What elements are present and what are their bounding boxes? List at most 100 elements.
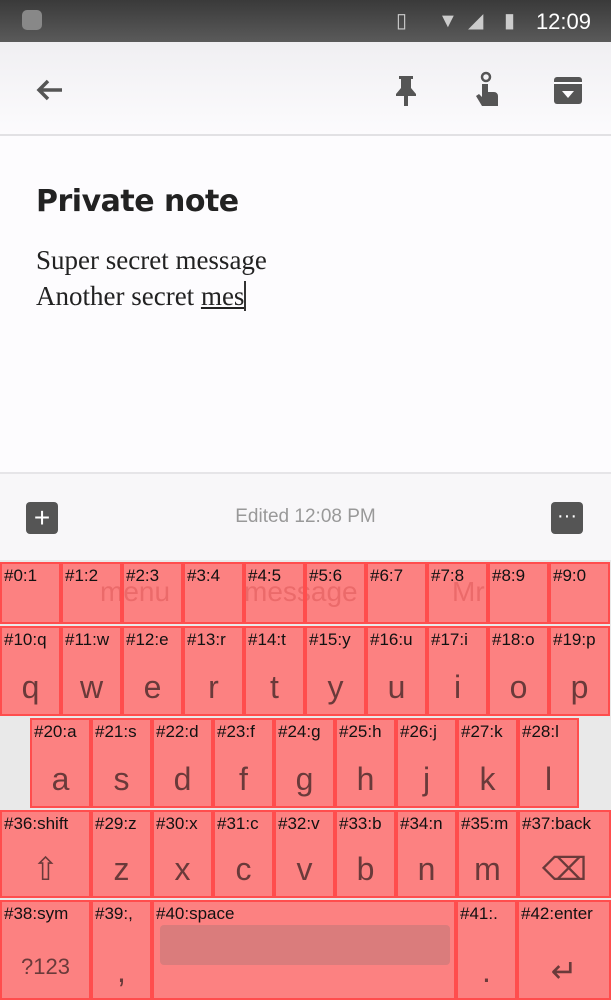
- key-q-0[interactable]: #10:q q: [0, 626, 61, 716]
- key--1[interactable]: #39:,,: [91, 900, 152, 1000]
- key-label: #1:2: [65, 566, 99, 585]
- key-f-3[interactable]: #23:f f: [213, 718, 274, 808]
- key-t-4[interactable]: #14:t t: [244, 626, 305, 716]
- status-time: 12:09: [535, 9, 591, 34]
- key-glyph: ⌫: [541, 851, 588, 887]
- key-a-0[interactable]: #20:a a: [30, 718, 91, 808]
- key-label: #26:j: [400, 722, 437, 741]
- key-n-6[interactable]: #34:n n: [396, 810, 457, 898]
- key-number-5[interactable]: #5:6: [305, 562, 366, 624]
- key-glyph: b: [356, 851, 375, 887]
- key-number-2[interactable]: #2:3: [122, 562, 183, 624]
- note-bottom-bar: + Edited 12:08 PM ···: [0, 472, 611, 560]
- key-label: #38:sym: [4, 904, 69, 923]
- key-glyph: g: [295, 761, 314, 797]
- archive-icon[interactable]: [548, 70, 588, 110]
- key-u-6[interactable]: #16:u u: [366, 626, 427, 716]
- note-line: Another secret mes: [36, 278, 267, 314]
- key-sym-0[interactable]: #38:sym ?123: [0, 900, 91, 1000]
- key-j-6[interactable]: #26:j j: [396, 718, 457, 808]
- key-glyph: f: [239, 761, 248, 797]
- note-body[interactable]: Super secret message Another secret mes: [36, 242, 267, 314]
- key-label: #41:.: [460, 904, 498, 923]
- key-glyph: y: [327, 669, 344, 705]
- key-number-4[interactable]: #4:5: [244, 562, 305, 624]
- key-label: #7:8: [431, 566, 465, 585]
- key-glyph: v: [296, 851, 313, 887]
- key-number-6[interactable]: #6:7: [366, 562, 427, 624]
- key-v-4[interactable]: #32:v v: [274, 810, 335, 898]
- key-glyph: h: [356, 761, 375, 797]
- key-label: #24:g: [278, 722, 321, 741]
- key-glyph: l: [544, 761, 553, 797]
- android-icon: [22, 10, 42, 30]
- key-number-7[interactable]: #7:8: [427, 562, 488, 624]
- key-back-8[interactable]: #37:back ⌫: [518, 810, 611, 898]
- key-label: #13:r: [187, 630, 226, 649]
- edited-timestamp: Edited 12:08 PM: [235, 506, 376, 527]
- key-glyph: c: [235, 851, 252, 887]
- key-number-3[interactable]: #3:4: [183, 562, 244, 624]
- key-label: #27:k: [461, 722, 503, 741]
- key-label: #19:p: [553, 630, 596, 649]
- key-z-1[interactable]: #29:z z: [91, 810, 152, 898]
- key-e-2[interactable]: #12:e e: [122, 626, 183, 716]
- key-y-5[interactable]: #15:y y: [305, 626, 366, 716]
- key-label: #32:v: [278, 814, 320, 833]
- key-m-7[interactable]: #35:m m: [457, 810, 518, 898]
- key-glyph: d: [173, 761, 192, 797]
- note-title[interactable]: Private note: [36, 184, 239, 219]
- key-h-5[interactable]: #25:h h: [335, 718, 396, 808]
- key-label: #33:b: [339, 814, 382, 833]
- key-shift-0[interactable]: #36:shift ⇧: [0, 810, 91, 898]
- key-label: #28:l: [522, 722, 559, 741]
- key-d-2[interactable]: #22:d d: [152, 718, 213, 808]
- key-p-9[interactable]: #19:p p: [549, 626, 610, 716]
- key-l-8[interactable]: #28:l l: [518, 718, 579, 808]
- note-line-text: Another secret: [36, 281, 201, 311]
- key-enter-4[interactable]: #42:enter ↵: [517, 900, 611, 1000]
- key-number-9[interactable]: #9:0: [549, 562, 610, 624]
- key-b-5[interactable]: #33:b b: [335, 810, 396, 898]
- key-glyph: o: [509, 669, 528, 705]
- key-label: #23:f: [217, 722, 255, 741]
- key-glyph: q: [21, 669, 40, 705]
- key-k-7[interactable]: #27:k k: [457, 718, 518, 808]
- key-s-1[interactable]: #21:s s: [91, 718, 152, 808]
- key-x-2[interactable]: #30:x x: [152, 810, 213, 898]
- key-label: #25:h: [339, 722, 382, 741]
- key-glyph: t: [270, 669, 279, 705]
- more-options-icon[interactable]: ···: [551, 502, 583, 534]
- key--3[interactable]: #41:..: [456, 900, 517, 1000]
- key-label: #18:o: [492, 630, 535, 649]
- key-label: #39:,: [95, 904, 133, 923]
- key-label: #6:7: [370, 566, 404, 585]
- key-glyph: k: [479, 761, 496, 797]
- key-glyph: z: [113, 851, 130, 887]
- space-bar-visual: [160, 925, 450, 965]
- key-label: #34:n: [400, 814, 443, 833]
- key-w-1[interactable]: #11:w w: [61, 626, 122, 716]
- key-label: #29:z: [95, 814, 137, 833]
- key-number-1[interactable]: #1:2: [61, 562, 122, 624]
- key-label: #16:u: [370, 630, 413, 649]
- key-label: #10:q: [4, 630, 47, 649]
- key-glyph: ?123: [21, 954, 70, 979]
- key-glyph: u: [387, 669, 406, 705]
- key-r-3[interactable]: #13:r r: [183, 626, 244, 716]
- key-number-8[interactable]: #8:9: [488, 562, 549, 624]
- key-label: #12:e: [126, 630, 169, 649]
- key-number-0[interactable]: #0:1: [0, 562, 61, 624]
- key-c-3[interactable]: #31:c c: [213, 810, 274, 898]
- key-i-7[interactable]: #17:i i: [427, 626, 488, 716]
- note-line: Super secret message: [36, 245, 267, 275]
- key-g-4[interactable]: #24:g g: [274, 718, 335, 808]
- pin-icon[interactable]: [386, 70, 426, 110]
- key-label: #20:a: [34, 722, 77, 741]
- key-label: #22:d: [156, 722, 199, 741]
- back-arrow-icon[interactable]: [30, 70, 70, 110]
- key-label: #21:s: [95, 722, 137, 741]
- note-editor[interactable]: Private note Super secret message Anothe…: [0, 136, 611, 472]
- key-o-8[interactable]: #18:o o: [488, 626, 549, 716]
- reminder-icon[interactable]: [466, 70, 506, 110]
